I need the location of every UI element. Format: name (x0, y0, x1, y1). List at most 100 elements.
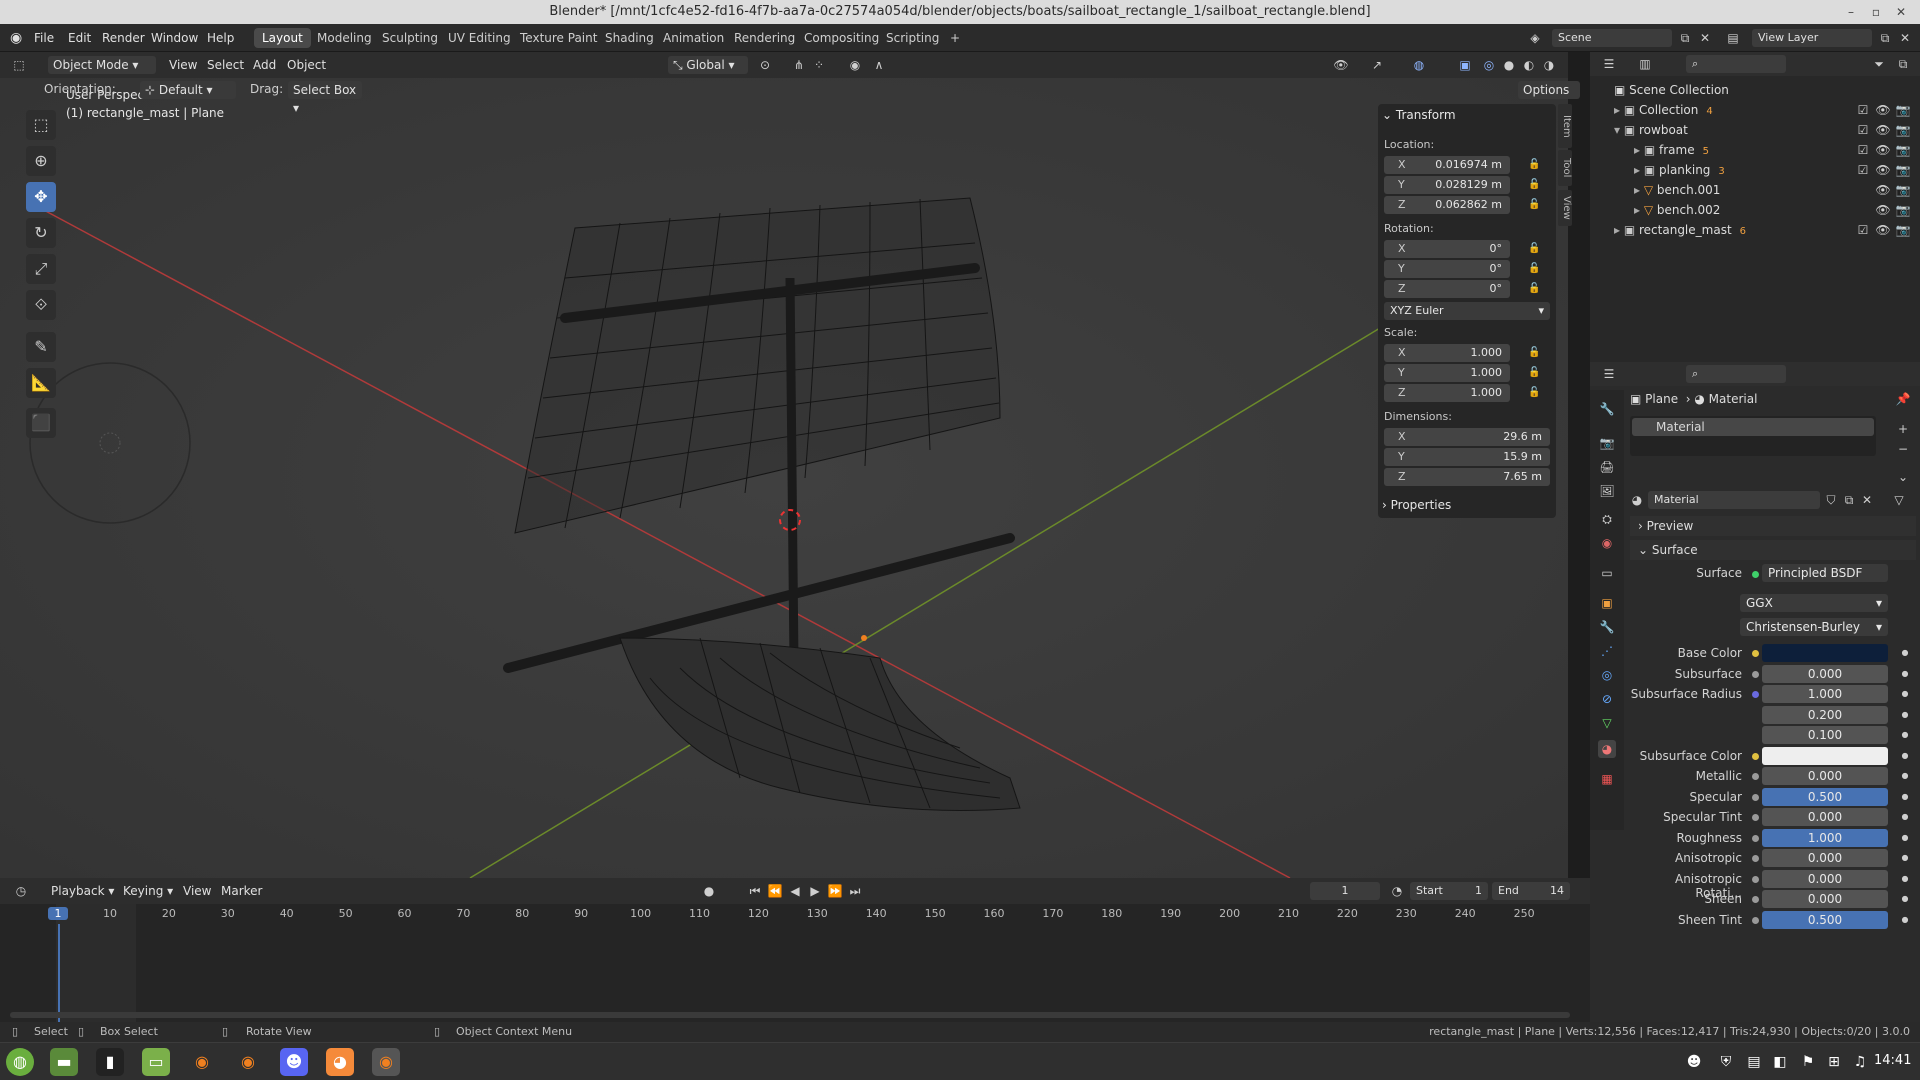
snap-icon[interactable]: ⋔ (790, 56, 808, 74)
marker-menu[interactable]: Marker (216, 882, 267, 900)
show-desktop-icon[interactable]: ▬ (50, 1048, 78, 1076)
location-x-field[interactable]: X 0.016974 m (1384, 156, 1510, 174)
jump-end-icon[interactable]: ⏭ (846, 882, 864, 900)
value-slider[interactable]: 0.000 (1762, 869, 1888, 888)
move-tool-icon[interactable]: ✥ (26, 182, 56, 212)
checkbox-icon[interactable]: ☑ (1854, 221, 1872, 239)
value-slider[interactable]: 0.000 (1762, 664, 1888, 683)
keyframe-dot-icon[interactable]: ● (1896, 706, 1914, 724)
scale-lock-icon[interactable]: 🔓 (1528, 367, 1540, 379)
outliner-item-frame[interactable]: ▸ ▣ frame 5 (1634, 140, 1709, 160)
tray-sound-icon[interactable]: ♫ (1846, 1048, 1874, 1076)
select-menu[interactable]: Select (202, 56, 249, 74)
tab-modeling[interactable]: Modeling (309, 28, 380, 48)
keyframe-dot-icon[interactable]: ● (1896, 849, 1914, 867)
timeline-scrollbar[interactable] (10, 1012, 1570, 1018)
scale-lock-icon[interactable]: 🔓 (1528, 347, 1540, 359)
add-cube-tool-icon[interactable]: ⬛ (26, 408, 56, 438)
rotation-x-field[interactable]: X 0° (1384, 240, 1510, 258)
eye-icon[interactable]: 👁 (1874, 181, 1892, 199)
tray-shield-icon[interactable]: ⛨ (1712, 1048, 1740, 1076)
dimensions-y-field[interactable]: Y 15.9 m (1384, 448, 1550, 466)
end-frame-field[interactable]: End 14 (1492, 882, 1570, 900)
tab-animation[interactable]: Animation (655, 28, 732, 48)
measure-tool-icon[interactable]: 📐 (26, 368, 56, 398)
tab-shading[interactable]: Shading (597, 28, 662, 48)
rotation-y-field[interactable]: Y 0° (1384, 260, 1510, 278)
expand-arrow-icon[interactable]: ▸ (1634, 143, 1644, 157)
location-lock-icon[interactable]: 🔓 (1528, 199, 1540, 211)
tab-rendering[interactable]: Rendering (726, 28, 803, 48)
start-frame-field[interactable]: Start 1 (1410, 882, 1488, 900)
firefox-icon[interactable]: ◕ (326, 1048, 354, 1076)
add-workspace-button[interactable]: + (942, 28, 968, 48)
timeline-view-menu[interactable]: View (178, 882, 216, 900)
new-view-layer-icon[interactable]: ⧉ (1876, 29, 1894, 47)
drag-selector[interactable]: Select Box ▾ (288, 81, 362, 115)
properties-header[interactable]: › Properties (1382, 498, 1451, 512)
object-menu[interactable]: Object (282, 56, 331, 74)
color-swatch[interactable] (1762, 644, 1888, 662)
outliner-item-bench-001[interactable]: ▸ ▽ bench.001 (1634, 180, 1720, 200)
tab-layout[interactable]: Layout (254, 28, 311, 48)
view-menu[interactable]: View (164, 56, 202, 74)
file-manager-icon[interactable]: ▭ (142, 1048, 170, 1076)
menu-render[interactable]: Render (102, 24, 145, 52)
overlays-icon[interactable]: ◍ (1410, 56, 1428, 74)
keyframe-dot-icon[interactable]: ● (1896, 890, 1914, 908)
menu-window[interactable]: Window (151, 24, 198, 52)
menu-help[interactable]: Help (207, 24, 234, 52)
outliner-editor-icon[interactable]: ☰ (1600, 55, 1618, 73)
tray-update-icon[interactable]: ◧ (1766, 1048, 1794, 1076)
tab-texture-paint[interactable]: Texture Paint (512, 28, 605, 48)
delete-scene-icon[interactable]: ✕ (1696, 29, 1714, 47)
wireframe-shading-icon[interactable]: ◎ (1480, 56, 1498, 74)
expand-arrow-icon[interactable]: ▸ (1634, 163, 1644, 177)
outliner-item-rectangle_mast[interactable]: ▸ ▣ rectangle_mast 6 (1614, 220, 1746, 240)
keyframe-dot-icon[interactable]: ● (1896, 644, 1914, 662)
expand-arrow-icon[interactable]: ▾ (1614, 123, 1624, 137)
value-slider[interactable]: 0.000 (1762, 890, 1888, 908)
keyframe-dot-icon[interactable]: ● (1896, 788, 1914, 806)
tab-sculpting[interactable]: Sculpting (374, 28, 446, 48)
rotation-lock-icon[interactable]: 🔓 (1528, 283, 1540, 295)
tab-item[interactable]: Item (1558, 104, 1572, 148)
value-slider[interactable]: 1.000 (1762, 685, 1888, 703)
transform-tool-icon[interactable]: ⟐ (26, 290, 56, 320)
visibility-icon[interactable]: 👁 (1332, 56, 1350, 74)
value-slider[interactable]: 0.500 (1762, 787, 1888, 806)
color-swatch[interactable] (1762, 746, 1888, 765)
eye-icon[interactable]: 👁 (1874, 121, 1892, 139)
eye-icon[interactable]: 👁 (1874, 201, 1892, 219)
camera-icon[interactable]: 📷 (1894, 201, 1912, 219)
tab-view[interactable]: View (1558, 190, 1572, 226)
value-slider[interactable]: 0.200 (1762, 705, 1888, 724)
cursor-tool-icon[interactable]: ⊕ (26, 146, 56, 176)
transform-header[interactable]: ⌄ Transform (1382, 108, 1456, 122)
display-mode-icon[interactable]: ▥ (1636, 55, 1654, 73)
jump-start-icon[interactable]: ⏮ (746, 882, 764, 900)
dimensions-z-field[interactable]: Z 7.65 m (1384, 468, 1550, 486)
eye-icon[interactable]: 👁 (1874, 221, 1892, 239)
dimensions-x-field[interactable]: X 29.6 m (1384, 428, 1550, 446)
keyframe-dot-icon[interactable]: ● (1896, 726, 1914, 744)
solid-shading-icon[interactable]: ● (1500, 56, 1518, 74)
scene-selector[interactable]: Scene (1552, 29, 1672, 47)
falloff-icon[interactable]: ∧ (870, 56, 888, 74)
camera-icon[interactable]: 📷 (1894, 121, 1912, 139)
prev-keyframe-icon[interactable]: ⏪ (766, 882, 784, 900)
select-box-tool-icon[interactable]: ⬚ (26, 110, 56, 140)
checkbox-icon[interactable]: ☑ (1854, 141, 1872, 159)
transform-orientation-selector[interactable]: ⤡ Global ▾ (668, 56, 748, 74)
location-lock-icon[interactable]: 🔓 (1528, 179, 1540, 191)
filter-icon[interactable]: ⏷ (1870, 55, 1888, 73)
checkbox-icon[interactable]: ☑ (1854, 121, 1872, 139)
options-button[interactable]: Options ▾ (1518, 81, 1580, 115)
keyframe-dot-icon[interactable]: ● (1896, 829, 1914, 847)
outliner-scene-collection[interactable]: ▣ Scene Collection (1614, 80, 1729, 100)
camera-icon[interactable]: 📷 (1894, 161, 1912, 179)
scale-x-field[interactable]: X 1.000 (1384, 344, 1510, 362)
outliner-item-bench-002[interactable]: ▸ ▽ bench.002 (1634, 200, 1720, 220)
keyframe-dot-icon[interactable]: ● (1896, 870, 1914, 888)
camera-icon[interactable]: 📷 (1894, 181, 1912, 199)
